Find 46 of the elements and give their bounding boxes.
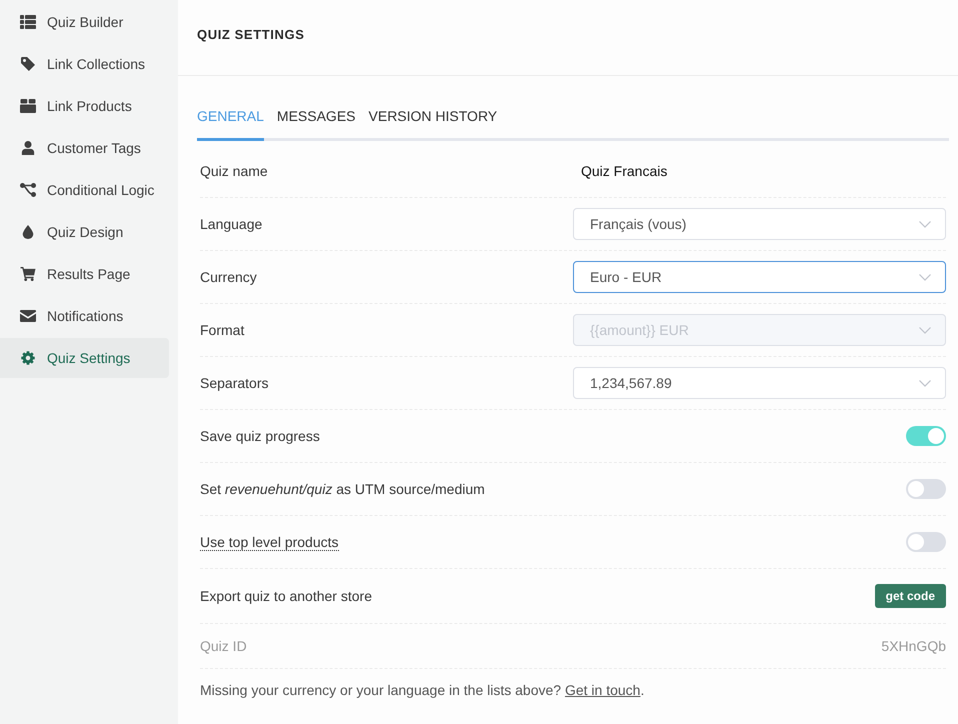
setting-label: Quiz ID	[200, 638, 247, 654]
list-icon	[20, 15, 36, 29]
chevron-down-icon	[919, 220, 931, 228]
chevron-down-icon	[919, 380, 931, 386]
quiz-id-value: 5XHnGQb	[881, 638, 946, 654]
sidebar-item[interactable]: Link Collections	[0, 44, 169, 84]
setting-label: Currency	[200, 269, 257, 285]
toggle-switch[interactable]	[906, 479, 946, 499]
sidebar-item[interactable]: Conditional Logic	[0, 170, 169, 210]
chevron-down-icon	[919, 274, 931, 280]
branch-icon	[20, 183, 36, 197]
page-title: QUIZ SETTINGS	[197, 27, 304, 42]
setting-label: Set revenuehunt/quiz as UTM source/medium	[200, 481, 485, 497]
setting-label: Save quiz progress	[200, 428, 320, 444]
dropdown-select[interactable]: 1,234,567.89	[573, 367, 946, 399]
user-icon	[20, 141, 36, 155]
droplet-icon	[20, 225, 36, 239]
tag-icon	[20, 57, 36, 71]
sidebar-item[interactable]: Results Page	[0, 254, 169, 294]
envelope-icon	[20, 309, 36, 323]
setting-label: Separators	[200, 375, 268, 391]
cart-icon	[20, 267, 36, 281]
setting-label[interactable]: Use top level products	[200, 534, 339, 550]
sidebar-item[interactable]: Customer Tags	[0, 128, 169, 168]
get-code-button[interactable]: get code	[874, 584, 946, 608]
dropdown-select[interactable]: Euro - EUR	[573, 261, 946, 293]
tab[interactable]: VERSION HISTORY	[368, 100, 498, 141]
sidebar-item[interactable]: Link Products	[0, 86, 169, 126]
box-icon	[20, 99, 36, 113]
setting-value: Quiz Francais	[580, 163, 668, 179]
setting-label: Quiz name	[200, 163, 268, 179]
toggle-switch[interactable]	[906, 426, 946, 446]
setting-label: Language	[200, 216, 262, 232]
sidebar-item[interactable]: Quiz Settings	[0, 338, 169, 378]
dropdown-select[interactable]: Français (vous)	[573, 208, 946, 240]
toggle-switch[interactable]	[906, 532, 946, 552]
sidebar-item[interactable]: Notifications	[0, 296, 169, 336]
setting-label: Format	[200, 322, 244, 338]
sidebar-item[interactable]: Quiz Design	[0, 212, 169, 252]
chevron-down-icon	[919, 326, 931, 334]
help-text: Missing your currency or your language in the lists above? Get in touch.	[199, 681, 646, 698]
setting-label: Export quiz to another store	[200, 588, 372, 604]
sidebar-item[interactable]: Quiz Builder	[0, 2, 169, 42]
contact-link[interactable]: Get in touch	[564, 682, 640, 698]
gear-icon	[20, 351, 36, 365]
tab[interactable]: MESSAGES	[276, 100, 356, 141]
